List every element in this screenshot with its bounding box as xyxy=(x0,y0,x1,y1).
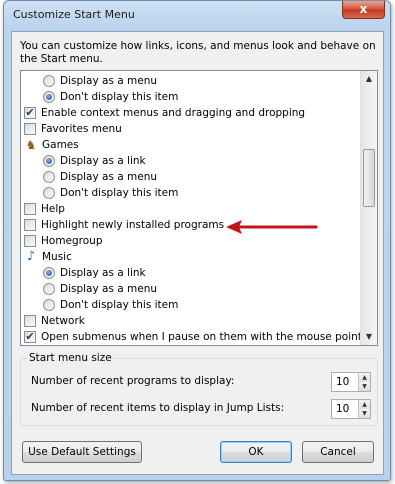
start-menu-size-group: Start menu size Number of recent program… xyxy=(20,352,378,426)
spinner-down-button[interactable]: ▼ xyxy=(358,382,370,391)
annotation-arrow xyxy=(226,220,318,234)
vertical-scrollbar[interactable]: ▲ ▼ xyxy=(360,71,377,345)
radio-button[interactable] xyxy=(43,171,55,183)
checkbox[interactable] xyxy=(24,235,36,247)
spinner-up-button[interactable]: ▲ xyxy=(358,373,370,382)
list-item-label: Highlight newly installed programs xyxy=(41,219,225,231)
close-icon: x xyxy=(359,2,368,16)
list-item-label: Homegroup xyxy=(41,235,103,247)
spinner-down-button[interactable]: ▼ xyxy=(358,409,370,418)
spinner-down-icon: ▼ xyxy=(362,410,367,417)
description-text: You can customize how links, icons, and … xyxy=(20,40,376,65)
radio-button[interactable] xyxy=(43,187,55,199)
list-item[interactable]: Display as a link xyxy=(21,265,361,281)
list-item-label: Music xyxy=(42,251,72,263)
radio-button[interactable] xyxy=(43,91,55,103)
options-list-content: Display as a menu Don't display this item… xyxy=(21,71,361,345)
checkbox[interactable] xyxy=(24,203,36,215)
checkmark-icon: ✔ xyxy=(25,330,35,343)
spinner-up-icon: ▲ xyxy=(362,374,367,381)
recent-programs-spinner[interactable]: 10 ▲ ▼ xyxy=(331,372,371,392)
list-item[interactable]: Help xyxy=(21,201,361,217)
jump-list-label: Number of recent items to display in Jum… xyxy=(31,402,285,414)
list-item-label: Open submenus when I pause on them with … xyxy=(41,331,361,343)
list-item[interactable]: Display as a menu xyxy=(21,73,361,89)
checkbox[interactable] xyxy=(24,315,36,327)
cancel-button[interactable]: Cancel xyxy=(302,441,374,463)
list-item-label: Network xyxy=(41,315,85,327)
list-item[interactable]: ✔ Open submenus when I pause on them with… xyxy=(21,329,361,345)
scroll-down-button[interactable]: ▼ xyxy=(361,329,377,345)
spinner-up-icon: ▲ xyxy=(362,401,367,408)
list-item-label: Display as a link xyxy=(60,267,146,279)
spinner-down-icon: ▼ xyxy=(362,383,367,390)
group-title: Start menu size xyxy=(27,352,114,364)
games-icon: ♞ xyxy=(25,138,37,152)
list-item[interactable]: Display as a menu xyxy=(21,281,361,297)
list-item[interactable]: Favorites menu xyxy=(21,121,361,137)
list-item[interactable]: Don't display this item xyxy=(21,185,361,201)
list-item-label: Display as a menu xyxy=(60,283,158,295)
dialog-body: You can customize how links, icons, and … xyxy=(11,31,384,475)
list-item-label: Favorites menu xyxy=(41,123,122,135)
radio-button[interactable] xyxy=(43,299,55,311)
recent-programs-value: 10 xyxy=(336,376,350,388)
music-icon: ♪ xyxy=(26,249,36,264)
list-item-label: Don't display this item xyxy=(60,187,179,199)
scroll-up-icon: ▲ xyxy=(365,74,373,83)
list-item-label: Enable context menus and dragging and dr… xyxy=(41,107,306,119)
list-item[interactable]: Network xyxy=(21,313,361,329)
radio-button[interactable] xyxy=(43,267,55,279)
checkbox[interactable]: ✔ xyxy=(24,107,36,119)
recent-programs-label: Number of recent programs to display: xyxy=(31,375,235,387)
start-menu-options-list[interactable]: Display as a menu Don't display this item… xyxy=(20,70,378,346)
list-item-label: Help xyxy=(41,203,65,215)
window-title: Customize Start Menu xyxy=(13,8,135,21)
list-item[interactable]: Display as a link xyxy=(21,153,361,169)
list-item-label: Games xyxy=(42,139,79,151)
scroll-up-button[interactable]: ▲ xyxy=(361,71,377,87)
list-item[interactable]: Don't display this item xyxy=(21,89,361,105)
checkmark-icon: ✔ xyxy=(25,106,35,119)
radio-button[interactable] xyxy=(43,283,55,295)
checkbox[interactable]: ✔ xyxy=(24,331,36,343)
close-button[interactable]: x xyxy=(342,1,385,19)
list-item-label: Display as a link xyxy=(60,155,146,167)
ok-button[interactable]: OK xyxy=(220,441,292,463)
radio-button[interactable] xyxy=(43,75,55,87)
list-item-label: Display as a menu xyxy=(60,75,158,87)
list-heading: ♞ Games xyxy=(21,137,361,153)
list-item-label: Display as a menu xyxy=(60,171,158,183)
checkbox[interactable] xyxy=(24,219,36,231)
scroll-down-icon: ▼ xyxy=(365,332,373,341)
list-item[interactable]: Display as a menu xyxy=(21,169,361,185)
list-heading: ♪ Music xyxy=(21,249,361,265)
list-item[interactable]: Don't display this item xyxy=(21,297,361,313)
jump-list-spinner[interactable]: 10 ▲ ▼ xyxy=(331,399,371,419)
scrollbar-thumb[interactable] xyxy=(363,149,375,207)
customize-start-menu-dialog: Customize Start Menu x You can customize… xyxy=(3,0,391,481)
checkbox[interactable] xyxy=(24,123,36,135)
list-item-label: Don't display this item xyxy=(60,91,179,103)
use-default-settings-button[interactable]: Use Default Settings xyxy=(22,441,142,463)
spinner-up-button[interactable]: ▲ xyxy=(358,400,370,409)
title-bar[interactable]: Customize Start Menu x xyxy=(4,1,390,27)
radio-button[interactable] xyxy=(43,155,55,167)
list-item-label: Don't display this item xyxy=(60,299,179,311)
list-item[interactable]: ✔ Enable context menus and dragging and d… xyxy=(21,105,361,121)
jump-list-value: 10 xyxy=(336,403,350,415)
